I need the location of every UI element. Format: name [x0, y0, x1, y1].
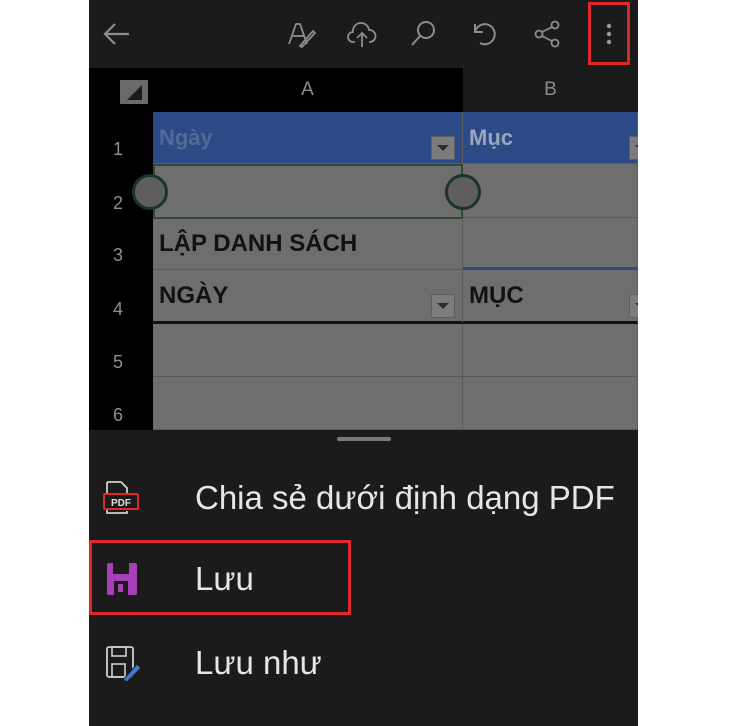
selection-handle-left[interactable]: [132, 174, 168, 210]
menu-item-label: Lưu như: [195, 644, 322, 681]
save-item-highlight-box: [89, 540, 351, 615]
row-number: 2: [113, 193, 124, 213]
upload-button[interactable]: [342, 14, 382, 54]
share-button[interactable]: [527, 14, 567, 54]
select-all-triangle-icon: [120, 80, 148, 104]
cell-b5[interactable]: [463, 324, 638, 377]
pdf-icon: PDF: [103, 481, 139, 514]
undo-button[interactable]: [465, 14, 505, 54]
search-icon: [411, 21, 435, 46]
cell-b6[interactable]: [463, 377, 638, 430]
draw-button[interactable]: [281, 14, 321, 54]
filter-dropdown-icon[interactable]: [629, 294, 638, 318]
row-header-1[interactable]: 1: [89, 112, 153, 164]
svg-text:PDF: PDF: [111, 498, 131, 509]
menu-item-share-pdf[interactable]: PDF Chia sẻ dưới định dạng PDF: [89, 457, 638, 539]
row-number: 3: [113, 245, 124, 265]
row-number: 4: [113, 299, 124, 319]
cell-a3[interactable]: LẬP DANH SÁCH: [153, 218, 463, 270]
back-button[interactable]: [97, 14, 137, 54]
row-number: 1: [113, 139, 124, 159]
row-number: 5: [113, 352, 124, 372]
cell-a3-text: LẬP DANH SÁCH: [159, 229, 358, 257]
pen-icon: [288, 23, 316, 49]
spreadsheet-grid: A B 1 2 3 4 5 6 Ngày Mục LẬP DANH SÁCH N…: [89, 68, 638, 430]
select-all-corner[interactable]: [89, 68, 153, 112]
share-icon: [534, 20, 560, 48]
cell-a6[interactable]: [153, 377, 463, 430]
cell-a4-text: NGÀY: [159, 281, 229, 309]
cell-b4-text: MỤC: [469, 281, 524, 309]
row-header-3[interactable]: 3: [89, 218, 153, 270]
save-as-icon: [106, 646, 142, 683]
row-number: 6: [113, 405, 124, 425]
filter-dropdown-icon[interactable]: [431, 294, 455, 318]
top-toolbar: [89, 0, 638, 68]
selected-cell-border: [153, 164, 463, 219]
column-header-b[interactable]: B: [463, 68, 638, 112]
undo-icon: [474, 23, 496, 46]
cell-a1-text: Ngày: [159, 124, 213, 150]
menu-item-label: Chia sẻ dưới định dạng PDF: [195, 479, 615, 516]
filter-dropdown-icon[interactable]: [629, 136, 638, 160]
cell-b1[interactable]: Mục: [463, 112, 638, 164]
cell-b4[interactable]: MỤC: [463, 270, 638, 324]
cell-b3[interactable]: [463, 218, 638, 270]
phone-screen: A B 1 2 3 4 5 6 Ngày Mục LẬP DANH SÁCH N…: [89, 0, 638, 726]
row-header-6[interactable]: 6: [89, 377, 153, 430]
cell-a1[interactable]: Ngày: [153, 112, 463, 164]
row-header-4[interactable]: 4: [89, 270, 153, 324]
cloud-upload-icon: [347, 22, 377, 47]
cell-b1-text: Mục: [469, 125, 513, 150]
cell-b2[interactable]: [463, 164, 638, 218]
row-header-5[interactable]: 5: [89, 324, 153, 377]
search-button[interactable]: [403, 14, 443, 54]
sheet-drag-handle[interactable]: [337, 437, 391, 441]
file-options-sheet: PDF Chia sẻ dưới định dạng PDF Lưu Lưu n…: [89, 430, 638, 726]
selection-handle-right[interactable]: [445, 174, 481, 210]
cell-a4[interactable]: NGÀY: [153, 270, 463, 324]
cell-a5[interactable]: [153, 324, 463, 377]
menu-item-save-as[interactable]: Lưu như: [89, 622, 638, 704]
more-button-highlight-box: [588, 2, 630, 65]
back-arrow-icon: [103, 23, 129, 45]
filter-dropdown-icon[interactable]: [431, 136, 455, 160]
column-header-a[interactable]: A: [153, 68, 462, 112]
